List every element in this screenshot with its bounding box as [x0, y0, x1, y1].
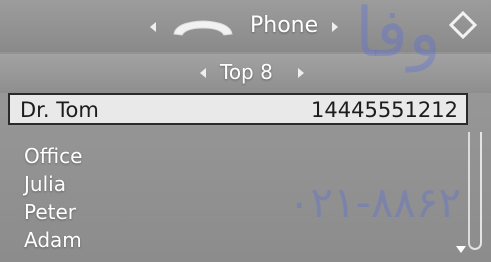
- prev-arrow-icon[interactable]: [150, 22, 156, 32]
- list-item[interactable]: Office: [24, 144, 82, 168]
- list-item[interactable]: Adam: [24, 228, 82, 252]
- scroll-down-icon[interactable]: [456, 246, 466, 253]
- selected-contact-number: 14445551212: [311, 98, 458, 122]
- handset-icon: [173, 20, 233, 36]
- watermark-bottom: ۰۲۱-۸۸۶۲: [288, 178, 462, 227]
- list-item[interactable]: Peter: [24, 200, 76, 224]
- category-title: Top 8: [220, 60, 273, 84]
- selected-contact-row[interactable]: Dr. Tom 14445551212: [8, 93, 468, 125]
- next-arrow-icon[interactable]: [332, 22, 338, 32]
- selected-contact-name: Dr. Tom: [20, 98, 99, 122]
- app-title: Phone: [250, 13, 319, 38]
- watermark-top: وفا: [355, 0, 442, 73]
- category-prev-icon[interactable]: [200, 68, 206, 78]
- phone-screen: Phone Top 8 Dr. Tom 14445551212 Office J…: [0, 0, 491, 262]
- list-item[interactable]: Julia: [24, 172, 66, 196]
- category-next-icon[interactable]: [298, 68, 304, 78]
- scrollbar[interactable]: [468, 132, 482, 250]
- options-icon[interactable]: [448, 10, 478, 40]
